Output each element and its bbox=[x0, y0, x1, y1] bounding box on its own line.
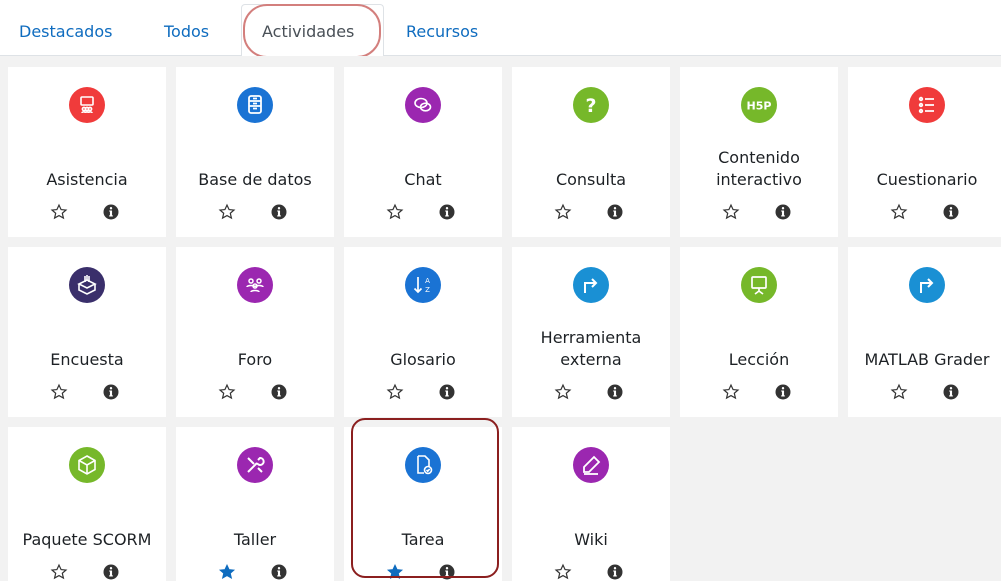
forum-people-icon bbox=[237, 267, 273, 303]
activity-tile-asistencia[interactable]: Asistencia bbox=[8, 67, 166, 237]
activity-tile-encuesta[interactable]: Encuesta bbox=[8, 247, 166, 417]
info-icon[interactable] bbox=[438, 383, 456, 401]
activity-tile-glosario[interactable]: A Z Glosario bbox=[344, 247, 502, 417]
tab-todos[interactable]: Todos bbox=[164, 14, 209, 50]
star-outline-icon[interactable] bbox=[218, 203, 236, 221]
info-icon[interactable] bbox=[102, 383, 120, 401]
activity-tile-wiki[interactable]: Wiki bbox=[512, 427, 670, 581]
activity-tile-leccion[interactable]: Lección bbox=[680, 247, 838, 417]
star-outline-icon[interactable] bbox=[722, 203, 740, 221]
info-icon[interactable] bbox=[774, 203, 792, 221]
activity-tile-chat[interactable]: Chat bbox=[344, 67, 502, 237]
activity-tile-paquete-scorm[interactable]: Paquete SCORM bbox=[8, 427, 166, 581]
activity-label: Base de datos bbox=[198, 170, 312, 189]
assignment-icon bbox=[405, 447, 441, 483]
tab-actividades[interactable]: Actividades bbox=[262, 14, 354, 50]
activity-tile-cuestionario[interactable]: Cuestionario bbox=[848, 67, 1001, 237]
activity-tile-tarea[interactable]: Tarea bbox=[344, 427, 502, 581]
star-outline-icon[interactable] bbox=[554, 203, 572, 221]
activity-tile-base-de-datos[interactable]: Base de datos bbox=[176, 67, 334, 237]
star-outline-icon[interactable] bbox=[50, 563, 68, 581]
activity-label: Contenido interactivo bbox=[716, 148, 802, 189]
star-outline-icon[interactable] bbox=[386, 203, 404, 221]
presentation-icon bbox=[741, 267, 777, 303]
svg-text:?: ? bbox=[585, 95, 596, 117]
star-filled-icon[interactable] bbox=[386, 563, 404, 581]
activity-tile-matlab-grader[interactable]: MATLAB Grader bbox=[848, 247, 1001, 417]
pencil-icon bbox=[573, 447, 609, 483]
activity-label: Taller bbox=[233, 530, 277, 549]
activity-label: Glosario bbox=[390, 350, 456, 369]
star-outline-icon[interactable] bbox=[554, 383, 572, 401]
star-outline-icon[interactable] bbox=[890, 203, 908, 221]
attendance-icon bbox=[69, 87, 105, 123]
database-icon bbox=[237, 87, 273, 123]
star-outline-icon[interactable] bbox=[218, 383, 236, 401]
info-icon[interactable] bbox=[774, 383, 792, 401]
star-outline-icon[interactable] bbox=[50, 383, 68, 401]
h5p-icon: H5P bbox=[741, 87, 777, 123]
question-icon: ? bbox=[573, 87, 609, 123]
info-icon[interactable] bbox=[438, 203, 456, 221]
info-icon[interactable] bbox=[942, 383, 960, 401]
activity-tile-herramienta-externa[interactable]: Herramienta externa bbox=[512, 247, 670, 417]
activity-label: Paquete SCORM bbox=[22, 530, 152, 549]
chat-icon bbox=[405, 87, 441, 123]
star-outline-icon[interactable] bbox=[50, 203, 68, 221]
tools-icon bbox=[237, 447, 273, 483]
external-arrow-icon bbox=[909, 267, 945, 303]
info-icon[interactable] bbox=[942, 203, 960, 221]
tab-destacados[interactable]: Destacados bbox=[19, 14, 112, 50]
star-outline-icon[interactable] bbox=[722, 383, 740, 401]
cube-icon bbox=[69, 447, 105, 483]
info-icon[interactable] bbox=[102, 203, 120, 221]
survey-box-icon bbox=[69, 267, 105, 303]
info-icon[interactable] bbox=[606, 203, 624, 221]
activity-tile-foro[interactable]: Foro bbox=[176, 247, 334, 417]
svg-text:A: A bbox=[425, 277, 430, 285]
activity-label: Chat bbox=[404, 170, 442, 189]
activity-label: Lección bbox=[728, 350, 790, 369]
svg-text:H5P: H5P bbox=[747, 100, 771, 113]
info-icon[interactable] bbox=[270, 383, 288, 401]
external-arrow-icon bbox=[573, 267, 609, 303]
activity-label: Foro bbox=[237, 350, 273, 369]
activity-tile-contenido-interactivo[interactable]: H5P Contenido interactivo bbox=[680, 67, 838, 237]
sort-az-icon: AZ bbox=[405, 267, 441, 303]
star-outline-icon[interactable] bbox=[554, 563, 572, 581]
info-icon[interactable] bbox=[606, 563, 624, 581]
info-icon[interactable] bbox=[438, 563, 456, 581]
activity-label: Consulta bbox=[555, 170, 627, 189]
activity-tile-taller[interactable]: Taller bbox=[176, 427, 334, 581]
activity-label: Tarea bbox=[401, 530, 445, 549]
info-icon[interactable] bbox=[102, 563, 120, 581]
info-icon[interactable] bbox=[270, 203, 288, 221]
star-filled-icon[interactable] bbox=[218, 563, 236, 581]
activity-label: Encuesta bbox=[50, 350, 124, 369]
activity-label: Wiki bbox=[574, 530, 608, 549]
activity-label: Herramienta externa bbox=[540, 328, 642, 369]
activity-label: Asistencia bbox=[46, 170, 128, 189]
activity-tile-consulta[interactable]: ? Consulta bbox=[512, 67, 670, 237]
tab-recursos[interactable]: Recursos bbox=[406, 14, 478, 50]
star-outline-icon[interactable] bbox=[386, 383, 404, 401]
activity-label: MATLAB Grader bbox=[864, 350, 990, 369]
info-icon[interactable] bbox=[606, 383, 624, 401]
svg-text:Z: Z bbox=[425, 286, 430, 294]
activity-chooser-tabs: Destacados Todos Actividades Recursos bbox=[0, 0, 1001, 58]
quiz-list-icon bbox=[909, 87, 945, 123]
star-outline-icon[interactable] bbox=[890, 383, 908, 401]
info-icon[interactable] bbox=[270, 563, 288, 581]
activity-label: Cuestionario bbox=[876, 170, 978, 189]
